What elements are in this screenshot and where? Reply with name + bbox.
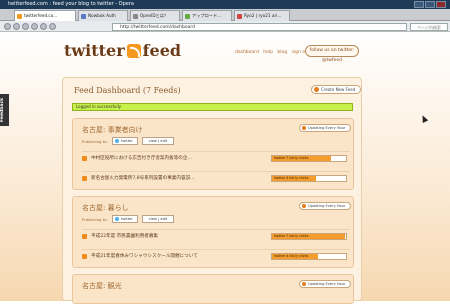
rss-icon [82, 176, 87, 181]
login-notice: Logged in successfully [72, 103, 353, 111]
feed-name[interactable]: 名古屋: 観光 [82, 281, 122, 291]
tab-upload[interactable]: アップロード... [182, 10, 232, 21]
logo-text-left: twitter [64, 41, 125, 60]
twitter-label: twitter [121, 139, 133, 143]
rss-icon [82, 234, 87, 239]
clicks-label: twitter 4 bit.ly clicks [274, 176, 309, 180]
feed-name[interactable]: 名古屋: 事業者向け [82, 125, 143, 135]
tab-label: twitterfeed.co... [24, 13, 58, 18]
forward-icon[interactable] [13, 23, 20, 30]
url-text: http://twitterfeed.com/dashboard [120, 24, 195, 30]
publishing-label: Publishing to: [82, 217, 108, 222]
home-icon[interactable] [49, 23, 56, 30]
update-label: Updating Every Hour [308, 204, 346, 208]
feed-card: 名古屋: 観光 Updating Every Hour [72, 274, 354, 304]
tab-openid[interactable]: OpenIDとは？ [130, 10, 180, 21]
dashboard-title: Feed Dashboard (7 Feeds) [74, 86, 181, 95]
search-input[interactable]: ページ内検索 [410, 22, 448, 31]
twitter-bird-icon [115, 217, 119, 221]
follow-twitter-button[interactable]: follow us on twitter: @twfeed [305, 45, 359, 63]
feed-item-title[interactable]: 平成21年度春休みワシャウシスクール開催について [91, 253, 198, 259]
feed-item-title[interactable]: 平成22年度 市民農園利用者募集 [91, 233, 158, 239]
clock-icon [302, 126, 306, 130]
tab-ryo2[interactable]: Ryo2 | ryo21 ari... [234, 10, 290, 21]
update-frequency-button[interactable]: Updating Every Hour [299, 124, 351, 132]
update-label: Updating Every Hour [308, 126, 346, 130]
tab-bar: twitterfeed.co... Nowbok Auth OpenIDとは？ … [0, 9, 450, 21]
feed-card: 名古屋: 暮らし Updating Every Hour Publishing … [72, 196, 354, 268]
clock-icon [302, 282, 306, 286]
top-navigation: dashboard help blog sign out [235, 50, 313, 55]
tab-nowbok[interactable]: Nowbok Auth [78, 10, 128, 21]
page-content: twitter feed dashboard help blog sign out… [0, 32, 450, 304]
window-title: twitterfeed.com : feed your blog to twit… [8, 1, 134, 7]
tab-label: Ryo2 | ryo21 ari... [244, 13, 282, 18]
view-edit-button[interactable]: view | edit [142, 137, 174, 145]
feed-card: 名古屋: 事業者向け Updating Every Hour Publishin… [72, 118, 354, 190]
address-input[interactable]: http://twitterfeed.com/dashboard [112, 22, 407, 31]
feed-item: 平成21年度春休みワシャウシスクール開催について twitter 4 bit.l… [82, 249, 350, 263]
rewind-icon[interactable] [22, 23, 29, 30]
clicks-bar: twitter 4 bit.ly clicks [271, 253, 347, 260]
fast-forward-icon[interactable] [31, 23, 38, 30]
nav-link-help[interactable]: help [263, 50, 273, 55]
favicon-icon [133, 14, 138, 19]
favicon-icon [81, 14, 86, 19]
create-new-feed-label: Create New Feed [321, 87, 356, 92]
clicks-label: twitter 4 bit.ly clicks [274, 254, 309, 258]
rss-icon [82, 156, 87, 161]
clicks-bar: twitter 7 bit.ly clicks [271, 155, 347, 162]
clicks-bar: twitter 4 bit.ly clicks [271, 175, 347, 182]
minimize-button[interactable] [414, 1, 424, 8]
nav-link-dashboard[interactable]: dashboard [235, 50, 259, 55]
search-placeholder: ページ内検索 [417, 24, 441, 30]
back-icon[interactable] [4, 23, 11, 30]
feed-item: 中村区役所における広告付き庁舎案内板等の企... twitter 7 bit.l… [82, 151, 350, 165]
feed-item: 平成22年度 市民農園利用者募集 twitter 7 bit.ly clicks [82, 229, 350, 243]
address-toolbar: http://twitterfeed.com/dashboard ページ内検索 [0, 21, 450, 32]
twitter-target-button[interactable]: twitter [112, 137, 138, 145]
tab-label: アップロード... [192, 13, 222, 18]
favicon-icon [17, 14, 22, 19]
update-frequency-button[interactable]: Updating Every Hour [299, 202, 351, 210]
nav-link-blog[interactable]: blog [277, 50, 287, 55]
feed-item: 新名古屋火力発電所7,8号系列設置の事業内容説... twitter 4 bit… [82, 171, 350, 185]
reload-icon[interactable] [40, 23, 47, 30]
twitter-label: twitter [121, 217, 133, 221]
rss-icon [82, 254, 87, 259]
plus-icon [314, 87, 319, 92]
rss-logo-icon [126, 44, 141, 58]
clicks-label: twitter 7 bit.ly clicks [274, 234, 309, 238]
favicon-icon [237, 14, 242, 19]
clock-icon [302, 204, 306, 208]
window-titlebar: twitterfeed.com : feed your blog to twit… [0, 0, 450, 9]
favicon-icon [185, 14, 190, 19]
update-frequency-button[interactable]: Updating Every Hour [299, 280, 351, 288]
twitterfeed-logo[interactable]: twitter feed [64, 41, 181, 60]
feedback-tab[interactable]: Feedback [0, 94, 9, 126]
feed-name[interactable]: 名古屋: 暮らし [82, 203, 129, 213]
maximize-button[interactable] [425, 1, 435, 8]
logo-text-right: feed [142, 41, 182, 60]
publishing-label: Publishing to: [82, 139, 108, 144]
tab-label: OpenIDとは？ [140, 13, 169, 18]
feed-item-title[interactable]: 中村区役所における広告付き庁舎案内板等の企... [91, 155, 192, 161]
feed-item-title[interactable]: 新名古屋火力発電所7,8号系列設置の事業内容説... [91, 175, 195, 181]
feed-dashboard: Feed Dashboard (7 Feeds) Create New Feed… [62, 77, 362, 304]
tab-label: Nowbok Auth [88, 13, 116, 18]
view-edit-button[interactable]: view | edit [142, 215, 174, 223]
close-button[interactable] [436, 1, 446, 8]
mouse-cursor-icon [419, 114, 429, 123]
clicks-label: twitter 7 bit.ly clicks [274, 156, 309, 160]
create-new-feed-button[interactable]: Create New Feed [311, 85, 361, 94]
clicks-bar: twitter 7 bit.ly clicks [271, 233, 347, 240]
twitter-target-button[interactable]: twitter [112, 215, 138, 223]
tab-twitterfeed[interactable]: twitterfeed.co... [14, 10, 76, 21]
twitter-bird-icon [115, 139, 119, 143]
update-label: Updating Every Hour [308, 282, 346, 286]
